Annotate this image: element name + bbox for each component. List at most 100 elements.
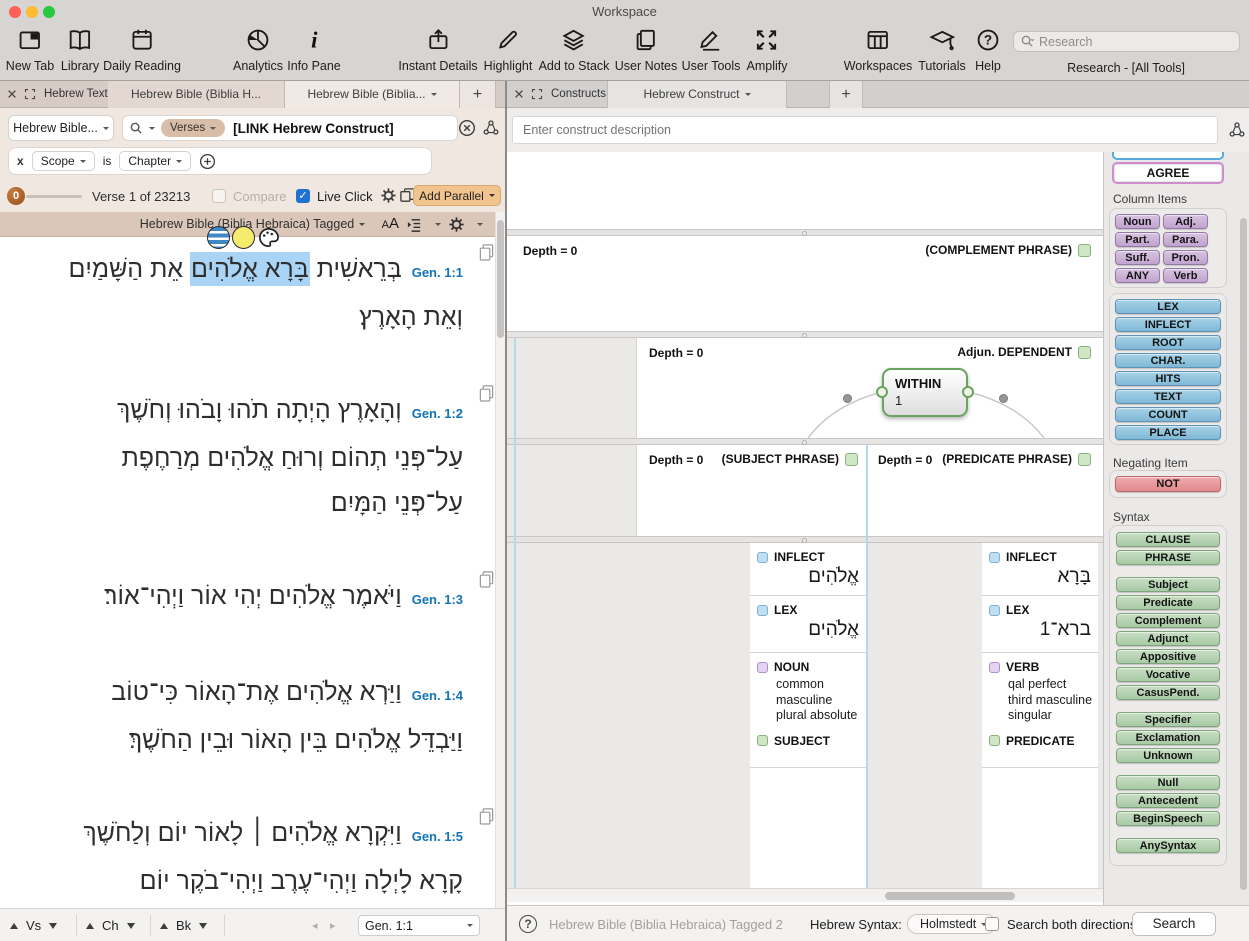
verse-ref[interactable]: Gen. 1:5 [412,829,463,844]
font-size-control[interactable]: AA [382,215,399,233]
highlight-style-blue-stripe-button[interactable] [207,226,230,249]
chevron-down-icon[interactable] [435,223,441,229]
node-port-right[interactable] [962,386,974,398]
green-checkbox[interactable] [1078,453,1091,466]
sidebar-button-phrase[interactable]: PHRASE [1116,550,1220,565]
subject-column[interactable]: INFLECTאֱלֹהִיםLEXאֱלֹהִיםNOUNcommon mas… [750,543,866,888]
search-query-text[interactable]: [LINK Hebrew Construct] [233,121,394,136]
sidebar-button-hits[interactable]: HITS [1115,371,1221,386]
blue-checkbox[interactable] [757,605,768,616]
construct-item-inflect[interactable]: INFLECTבָּרָא [982,543,1098,596]
purple-checkbox[interactable] [757,662,768,673]
bible-text-area[interactable]: Gen. 1:1בְּרֵאשִׁית בָּרָא אֱלֹהִים אֵת … [0,237,505,908]
step-down-icon[interactable] [199,923,207,929]
sidebar-button-verb[interactable]: Verb [1163,268,1208,283]
verse-ref[interactable]: Gen. 1:4 [412,688,463,703]
construct-item-verb[interactable]: VERBqal perfect third masculine singular… [982,653,1098,768]
toolbar-item-workspaces[interactable]: Workspaces [844,27,913,73]
help-icon[interactable]: ? [519,915,537,933]
sidebar-button-not[interactable]: NOT [1115,476,1221,492]
sidebar-button-beginspeech[interactable]: BeginSpeech [1116,811,1220,826]
agree-button[interactable]: AGREE [1112,162,1224,184]
within-node[interactable]: WITHIN 1 [882,368,968,417]
history-forward-icon[interactable]: ▸ [330,919,336,932]
search-die-icon[interactable] [482,119,500,137]
green-checkbox[interactable] [757,735,768,746]
copy-icon[interactable] [478,570,495,589]
construct-description-input[interactable] [512,116,1218,144]
sidebar-button-adjunct[interactable]: Adjunct [1116,631,1220,646]
construct-item-inflect[interactable]: INFLECTאֱלֹהִים [750,543,866,596]
construct-item-lex[interactable]: LEXאֱלֹהִים [750,596,866,653]
paragraph-format-icon[interactable] [406,216,423,233]
sidebar-button-casuspend[interactable]: CasusPend. [1116,685,1220,700]
toolbar-item-library[interactable]: Library [61,27,99,73]
blue-checkbox[interactable] [989,605,1000,616]
text-module-dropdown[interactable]: Hebrew Bible... [8,115,114,141]
chevron-down-icon[interactable] [149,127,155,133]
verse-slider-handle[interactable]: 0 [7,187,25,205]
tab-hebrew-bible-2-active[interactable]: Hebrew Bible (Biblia... [285,81,460,108]
sidebar-button-exclamation[interactable]: Exclamation [1116,730,1220,745]
chapter-stepper[interactable]: Ch [86,909,135,941]
scope-value-dropdown[interactable]: Chapter [119,151,191,171]
verse-ref[interactable]: Gen. 1:1 [412,265,463,280]
sidebar-button-char[interactable]: CHAR. [1115,353,1221,368]
step-down-icon[interactable] [49,923,57,929]
new-tab-button[interactable]: + [829,81,863,108]
clipped-item-button[interactable] [1112,152,1224,160]
green-checkbox[interactable] [845,453,858,466]
scope-field-dropdown[interactable]: Scope [32,151,95,171]
blue-checkbox[interactable] [757,552,768,563]
sidebar-button-noun[interactable]: Noun [1115,214,1160,229]
node-port-left[interactable] [876,386,888,398]
empty-top-panel[interactable] [507,152,1103,229]
cancel-search-icon[interactable] [458,119,476,137]
construct-item-lex[interactable]: LEXברא־1 [982,596,1098,653]
highlight-style-yellow-button[interactable] [232,226,255,249]
blue-checkbox[interactable] [989,552,1000,563]
close-zone-icon[interactable] [6,88,18,100]
sidebar-button-place[interactable]: PLACE [1115,425,1221,440]
verse-ref[interactable]: Gen. 1:2 [412,406,463,421]
copy-icon[interactable] [478,243,495,262]
complement-phrase-panel[interactable]: Depth = 0 (COMPLEMENT PHRASE) [507,236,1103,331]
remove-criteria-button[interactable]: x [17,154,24,168]
step-up-icon[interactable] [160,923,168,929]
predicate-column[interactable]: INFLECTבָּרָאLEXברא־1VERBqal perfect thi… [982,543,1098,888]
sidebar-button-part[interactable]: Part. [1115,232,1160,247]
splitter[interactable] [507,229,1103,236]
syntax-database-dropdown[interactable]: Holmstedt [907,914,996,934]
sidebar-button-antecedent[interactable]: Antecedent [1116,793,1220,808]
text-scrollbar[interactable] [495,212,505,908]
sidebar-button-pron[interactable]: Pron. [1163,250,1208,265]
canvas-horizontal-scrollbar[interactable] [507,888,1103,902]
sidebar-button-predicate[interactable]: Predicate [1116,595,1220,610]
sidebar-scrollbar-thumb[interactable] [1240,218,1247,890]
copy-icon[interactable] [478,807,495,826]
book-stepper[interactable]: Bk [160,909,207,941]
sidebar-button-null[interactable]: Null [1116,775,1220,790]
search-die-icon[interactable] [1228,121,1246,139]
chevron-down-icon[interactable] [477,223,483,229]
toolbar-item-analytics[interactable]: Analytics [233,27,283,73]
sidebar-button-subject[interactable]: Subject [1116,577,1220,592]
step-up-icon[interactable] [86,923,94,929]
search-both-directions-checkbox[interactable] [985,917,999,931]
search-entry-field[interactable]: Verses [LINK Hebrew Construct] [122,115,458,141]
splitter[interactable] [507,536,1103,543]
step-up-icon[interactable] [10,923,18,929]
live-click-checkbox[interactable]: ✓ [296,189,310,203]
verse-slider-track[interactable] [26,195,82,198]
green-checkbox[interactable] [1078,244,1091,257]
toolbar-item-tutorials[interactable]: Tutorials [918,27,965,73]
toolbar-item-user-tools[interactable]: User Tools [682,27,741,73]
add-parallel-button[interactable]: Add Parallel [413,185,501,206]
history-back-icon[interactable]: ◂ [312,919,318,932]
range-type-pill[interactable]: Verses [161,119,225,137]
purple-checkbox[interactable] [989,662,1000,673]
sidebar-button-text[interactable]: TEXT [1115,389,1221,404]
tab-hebrew-construct-active[interactable]: Hebrew Construct [607,81,787,108]
settings-gear-icon[interactable] [448,216,465,233]
sidebar-button-adj[interactable]: Adj. [1163,214,1208,229]
